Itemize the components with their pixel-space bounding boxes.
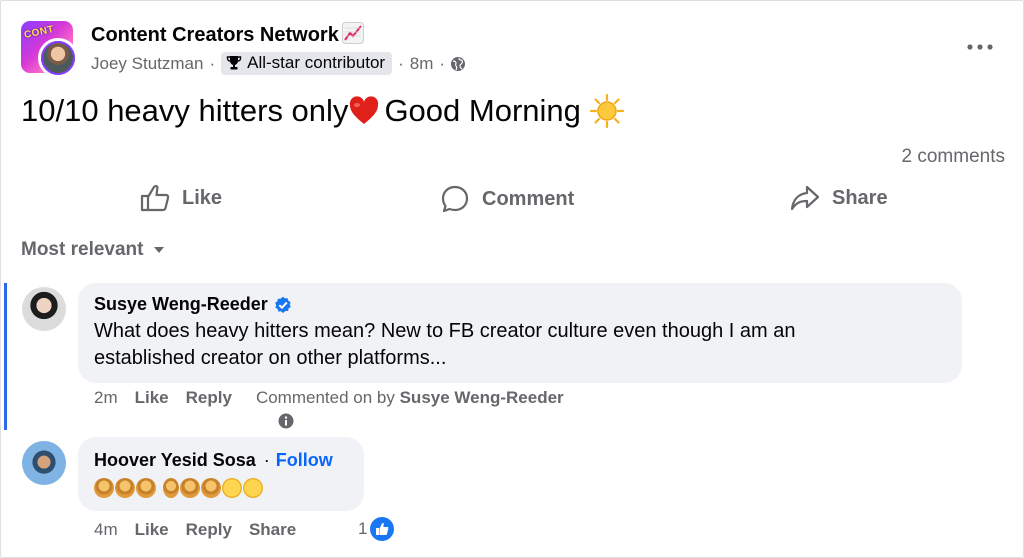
badge-label: All-star contributor xyxy=(247,53,386,72)
author-name[interactable]: Joey Stutzman xyxy=(91,54,203,74)
chart-increasing-icon xyxy=(341,22,364,44)
post-text-greeting: Good Morning xyxy=(384,93,581,128)
pleading-face-icon xyxy=(243,478,263,498)
group-name[interactable]: Content Creators Network xyxy=(91,22,364,47)
person-tipping-hand-icon xyxy=(136,478,156,498)
comment-reply-button[interactable]: Reply xyxy=(186,520,232,540)
caret-down-icon xyxy=(154,247,165,253)
reaction-count: 1 xyxy=(358,519,368,538)
commenter-name-text[interactable]: Susye Weng-Reeder xyxy=(94,294,268,315)
comment-share-button[interactable]: Share xyxy=(249,520,296,540)
comment-button[interactable]: Comment xyxy=(440,184,574,214)
trophy-icon xyxy=(226,56,242,70)
comment-bubble xyxy=(78,437,364,511)
comment-time[interactable]: 2m xyxy=(94,388,118,408)
comment-like-button[interactable]: Like xyxy=(135,520,169,540)
post-text-main: 10/10 heavy hitters only xyxy=(21,93,349,128)
person-pouting-icon xyxy=(180,478,200,498)
contributor-badge[interactable]: All-star contributor xyxy=(221,52,393,75)
comment-text: What does heavy hitters mean? New to FB … xyxy=(94,318,795,372)
comment-text-line1: What does heavy hitters mean? New to FB … xyxy=(94,320,796,342)
comment-reply-button[interactable]: Reply xyxy=(186,388,232,408)
sort-label: Most relevant xyxy=(21,239,144,260)
share-button[interactable]: Share xyxy=(790,184,888,212)
pleading-face-icon xyxy=(222,478,242,498)
commented-on-name[interactable]: Susye Weng-Reeder xyxy=(400,388,564,407)
commenter-name[interactable]: Hoover Yesid Sosa · Follow xyxy=(94,450,333,471)
comment-actions: 2m Like Reply Commented on by Susye Weng… xyxy=(94,388,564,408)
info-icon[interactable] xyxy=(278,413,294,429)
person-frowning-icon xyxy=(201,478,221,498)
commented-on-note: Commented on by Susye Weng-Reeder xyxy=(255,388,564,407)
like-reaction-icon xyxy=(370,517,395,541)
comment-reactions[interactable]: 1 xyxy=(358,517,395,541)
commenter-name-text[interactable]: Hoover Yesid Sosa xyxy=(94,450,256,471)
person-shrugging-icon xyxy=(115,478,135,498)
post-text: 10/10 heavy hitters only Good Morning xyxy=(21,93,625,129)
comment-time[interactable]: 4m xyxy=(94,520,118,540)
commenter-avatar[interactable] xyxy=(22,287,66,331)
thumbs-up-icon xyxy=(140,184,170,212)
post-meta: Joey Stutzman · All-star contributor · 8… xyxy=(91,52,466,75)
red-heart-icon xyxy=(350,96,379,124)
author-avatar[interactable] xyxy=(38,38,78,78)
person-standing-icon xyxy=(163,478,179,498)
sort-dropdown[interactable]: Most relevant xyxy=(21,239,165,261)
more-options-icon[interactable] xyxy=(966,42,994,52)
commenter-name[interactable]: Susye Weng-Reeder xyxy=(94,294,292,315)
comment-actions: 4m Like Reply Share xyxy=(94,520,313,540)
comment-text-line2: established creator on other platforms..… xyxy=(94,347,447,369)
globe-icon xyxy=(451,56,466,71)
follow-button[interactable]: Follow xyxy=(276,450,333,471)
comment-like-button[interactable]: Like xyxy=(135,388,169,408)
share-arrow-icon xyxy=(790,185,820,211)
post-time[interactable]: 8m xyxy=(410,54,434,74)
share-label: Share xyxy=(832,186,888,209)
verified-badge-icon xyxy=(274,296,291,313)
comment-highlight-bar xyxy=(4,283,7,430)
comment-label: Comment xyxy=(482,187,575,210)
like-button[interactable]: Like xyxy=(140,184,222,212)
person-raising-hand-icon xyxy=(94,478,114,498)
comment-bubble-icon xyxy=(441,185,469,213)
group-name-text[interactable]: Content Creators Network xyxy=(91,24,339,46)
comments-count[interactable]: 2 comments xyxy=(902,146,1005,168)
emoji-comment xyxy=(94,478,263,498)
like-label: Like xyxy=(182,186,223,209)
sun-icon xyxy=(589,93,624,129)
follow-separator: · xyxy=(263,450,270,470)
commenter-avatar[interactable] xyxy=(22,441,66,485)
